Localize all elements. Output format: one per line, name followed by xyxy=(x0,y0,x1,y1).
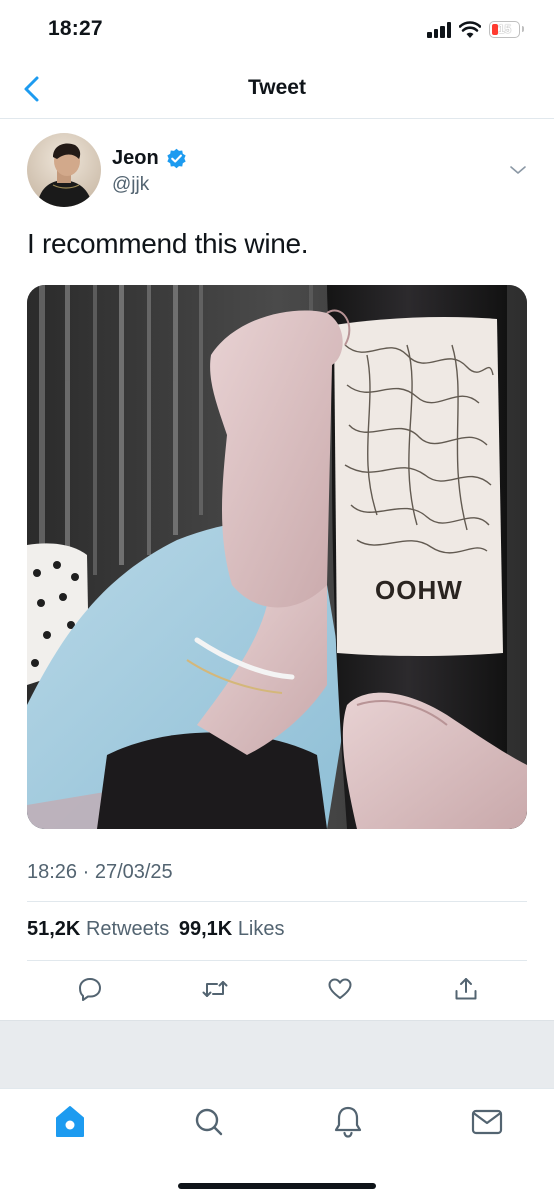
tweet-stats: 51,2K Retweets 99,1K Likes xyxy=(27,918,285,941)
home-indicator xyxy=(178,1183,376,1189)
tab-home[interactable] xyxy=(48,1102,92,1142)
retweet-icon xyxy=(202,981,228,997)
tweet-header: Jeon @jjk xyxy=(27,133,537,209)
author-name[interactable]: Jeon xyxy=(112,147,159,170)
battery-icon: 15 xyxy=(489,21,520,38)
like-button[interactable] xyxy=(320,970,360,1010)
retweets-count: 51,2K xyxy=(27,918,81,940)
share-icon xyxy=(455,978,477,1000)
cellular-signal-icon xyxy=(427,22,453,38)
reply-button[interactable] xyxy=(70,970,110,1010)
tweet-text: I recommend this wine. xyxy=(27,228,309,259)
retweets-label: Retweets xyxy=(85,918,170,940)
battery-cap xyxy=(522,26,524,32)
likes-label: Likes xyxy=(237,918,285,940)
likes-stat[interactable]: 99,1K Likes xyxy=(179,918,285,940)
heart-icon xyxy=(328,978,352,999)
content-separator xyxy=(0,1020,554,1089)
divider xyxy=(27,960,527,961)
likes-count: 99,1K xyxy=(178,918,233,940)
retweets-stat[interactable]: 51,2K Retweets xyxy=(27,918,169,940)
tweet-actions xyxy=(0,970,554,1012)
chevron-down-icon[interactable] xyxy=(508,163,528,177)
divider xyxy=(27,901,527,902)
tab-search[interactable] xyxy=(187,1102,231,1142)
mail-icon xyxy=(471,1109,503,1135)
wifi-icon xyxy=(459,21,481,38)
tab-notifications[interactable] xyxy=(326,1102,370,1142)
navigation-bar: Tweet xyxy=(0,62,554,119)
battery-level: 15 xyxy=(497,22,512,36)
tweet-media-photo[interactable]: OOHW xyxy=(27,285,527,829)
author-handle[interactable]: @jjk xyxy=(112,174,149,196)
search-icon xyxy=(195,1108,223,1136)
home-icon xyxy=(56,1106,84,1137)
verified-badge-icon xyxy=(167,148,186,169)
tweet-timestamp[interactable]: 18:26 · 27/03/25 xyxy=(27,861,173,884)
tab-messages[interactable] xyxy=(465,1102,509,1142)
share-button[interactable] xyxy=(446,970,486,1010)
status-time: 18:27 xyxy=(48,17,103,40)
wine-label-text: OOHW xyxy=(375,575,463,605)
avatar[interactable] xyxy=(27,133,101,207)
page-title: Tweet xyxy=(248,76,306,99)
retweet-button[interactable] xyxy=(195,970,235,1010)
bell-icon xyxy=(334,1106,362,1138)
status-bar: 18:27 15 xyxy=(0,0,554,62)
reply-icon xyxy=(79,978,101,1001)
